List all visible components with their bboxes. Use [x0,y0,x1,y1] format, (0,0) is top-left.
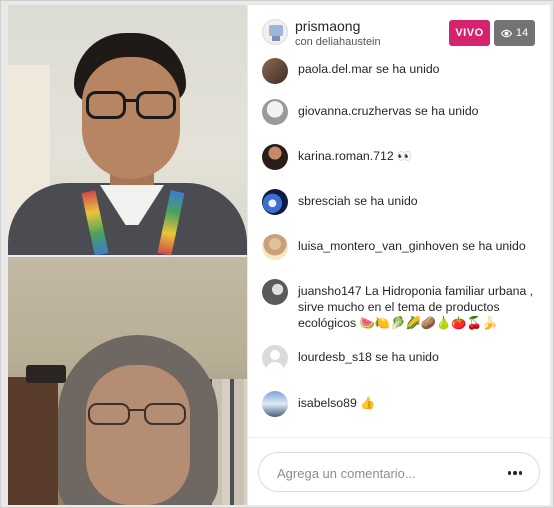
comment-item: giovanna.cruzhervas se ha unido [262,99,542,125]
live-chat-panel: prismaong con deliahaustein VIVO 14 paol… [248,5,550,505]
avatar[interactable] [262,58,288,84]
comment-item: paola.del.mar se ha unido [262,58,542,84]
comment-text: 👀 [397,149,413,163]
comment-text: se ha unido [375,350,439,364]
comment-text: se ha unido [375,62,440,76]
comment-username[interactable]: lourdesb_s18 [298,350,372,364]
live-header: prismaong con deliahaustein VIVO 14 [248,5,550,57]
comment-input[interactable] [277,462,497,484]
avatar[interactable] [262,279,288,305]
comment-item: sbresciah se ha unido [262,189,542,215]
viewer-count-badge[interactable]: 14 [494,20,535,46]
video-area [8,5,247,505]
comment-item: isabelso89 👍 [262,391,542,417]
live-stream-window: prismaong con deliahaustein VIVO 14 paol… [0,0,554,508]
comment-username[interactable]: juansho147 [298,284,362,298]
comment-text: se ha unido [354,194,418,208]
divider [248,437,550,438]
eye-icon [500,29,512,37]
comment-list[interactable]: paola.del.mar se ha unido giovanna.cruzh… [248,57,550,437]
more-options-icon[interactable] [503,462,527,484]
avatar[interactable] [262,234,288,260]
comment-text: 👍 [360,396,376,410]
avatar[interactable] [262,144,288,170]
host-subtitle: con deliahaustein [295,36,381,48]
avatar[interactable] [262,345,288,371]
avatar[interactable] [262,391,288,417]
comment-item: juansho147 La Hidroponia familiar urbana… [262,279,542,331]
comment-username[interactable]: isabelso89 [298,396,357,410]
avatar[interactable] [262,189,288,215]
comment-item: lourdesb_s18 se ha unido [262,345,542,371]
viewer-count: 14 [515,27,529,39]
comment-username[interactable]: karina.roman.712 [298,149,394,163]
comment-username[interactable]: luisa_montero_van_ginhoven [298,239,459,253]
avatar[interactable] [262,99,288,125]
host-video [8,5,247,255]
comment-username[interactable]: paola.del.mar [298,62,373,76]
live-badge: VIVO [449,20,490,46]
comment-text: se ha unido [462,239,526,253]
guest-video [8,257,247,505]
host-username[interactable]: prismaong [295,18,360,34]
comment-username[interactable]: giovanna.cruzhervas [298,104,411,118]
comment-text: se ha unido [414,104,479,118]
host-avatar[interactable] [262,19,288,45]
comment-item: karina.roman.712 👀 [262,144,542,170]
comment-username[interactable]: sbresciah [298,194,351,208]
comment-item: luisa_montero_van_ginhoven se ha unido [262,234,542,260]
comment-composer [258,452,540,492]
